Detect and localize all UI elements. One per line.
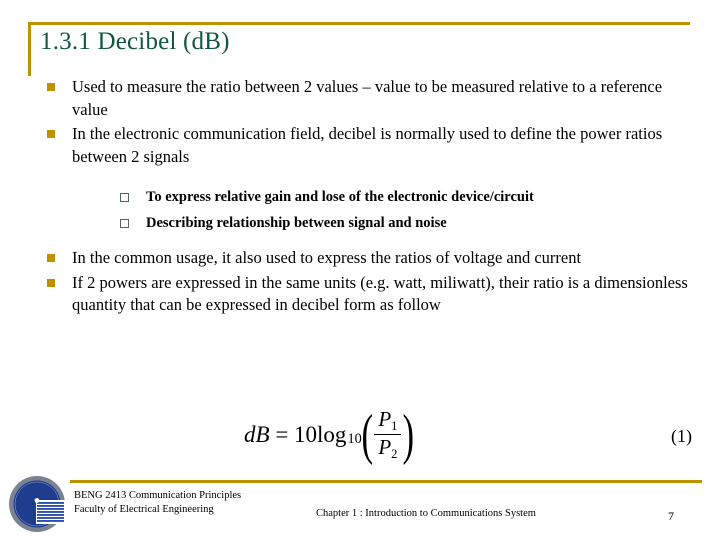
- footer-page-number: 7: [668, 509, 674, 523]
- formula-right-paren: ): [403, 403, 415, 466]
- bullet-square-icon: [47, 83, 55, 91]
- slide-body: Used to measure the ratio between 2 valu…: [44, 76, 690, 319]
- sub-bullet-text: Describing relationship between signal a…: [146, 215, 447, 231]
- formula-denominator: P2: [378, 435, 398, 462]
- decibel-formula: dB = 10 log 10 ( P1 P2 ): [244, 403, 415, 466]
- sub-bullet-item: To express relative gain and lose of the…: [116, 188, 690, 207]
- page-title: 1.3.1 Decibel (dB): [40, 28, 230, 55]
- formula-left-paren: (: [361, 403, 373, 466]
- formula-log: log: [317, 421, 347, 447]
- slide-canvas: 1.3.1 Decibel (dB) Used to measure the r…: [0, 0, 720, 540]
- footer-chapter-label: Chapter 1 : Introduction to Communicatio…: [316, 508, 536, 519]
- bullet-text: If 2 powers are expressed in the same un…: [72, 272, 688, 315]
- formula-equals: =: [275, 421, 289, 447]
- bullet-item: In the common usage, it also used to exp…: [44, 247, 690, 270]
- bullet-text: Used to measure the ratio between 2 valu…: [72, 77, 663, 119]
- formula-row: dB = 10 log 10 ( P1 P2 ) (1): [0, 404, 720, 470]
- bullet-square-icon: [47, 254, 55, 262]
- footer-course-line-2: Faculty of Electrical Engineering: [74, 503, 214, 515]
- bullet-square-icon: [47, 130, 55, 138]
- university-seal-logo: UNIVERSITI TEKNIKAL MALAYSIA MELAKA: [6, 454, 70, 535]
- formula-lhs: dB: [244, 421, 270, 447]
- sub-bullet-group: To express relative gain and lose of the…: [44, 188, 690, 233]
- sub-bullet-text: To express relative gain and lose of the…: [146, 189, 534, 205]
- formula-log-base: 10: [347, 431, 362, 448]
- bullet-text: In the common usage, it also used to exp…: [72, 248, 582, 267]
- footer-course-line-1: BENG 2413 Communication Principles: [74, 490, 242, 501]
- formula-fraction: P1 P2: [374, 407, 402, 462]
- title-left-rule: [28, 22, 31, 76]
- title-top-rule: [28, 22, 690, 25]
- bullet-hollow-square-icon: [120, 219, 129, 228]
- sub-bullet-item: Describing relationship between signal a…: [116, 214, 690, 233]
- bullet-text: In the electronic communication field, d…: [72, 124, 663, 166]
- formula-coefficient: 10: [294, 421, 318, 447]
- footer-course-info: BENG 2413 Communication Principles Facul…: [74, 489, 241, 516]
- footer-rule: [70, 480, 702, 483]
- bullet-item: In the electronic communication field, d…: [44, 123, 690, 168]
- bullet-square-icon: [47, 278, 55, 287]
- bullet-item: If 2 powers are expressed in the same un…: [44, 272, 690, 317]
- bullet-item: Used to measure the ratio between 2 valu…: [44, 76, 690, 121]
- formula-numerator: P1: [378, 407, 398, 433]
- equation-number: (1): [671, 426, 692, 446]
- bullet-hollow-square-icon: [120, 193, 129, 202]
